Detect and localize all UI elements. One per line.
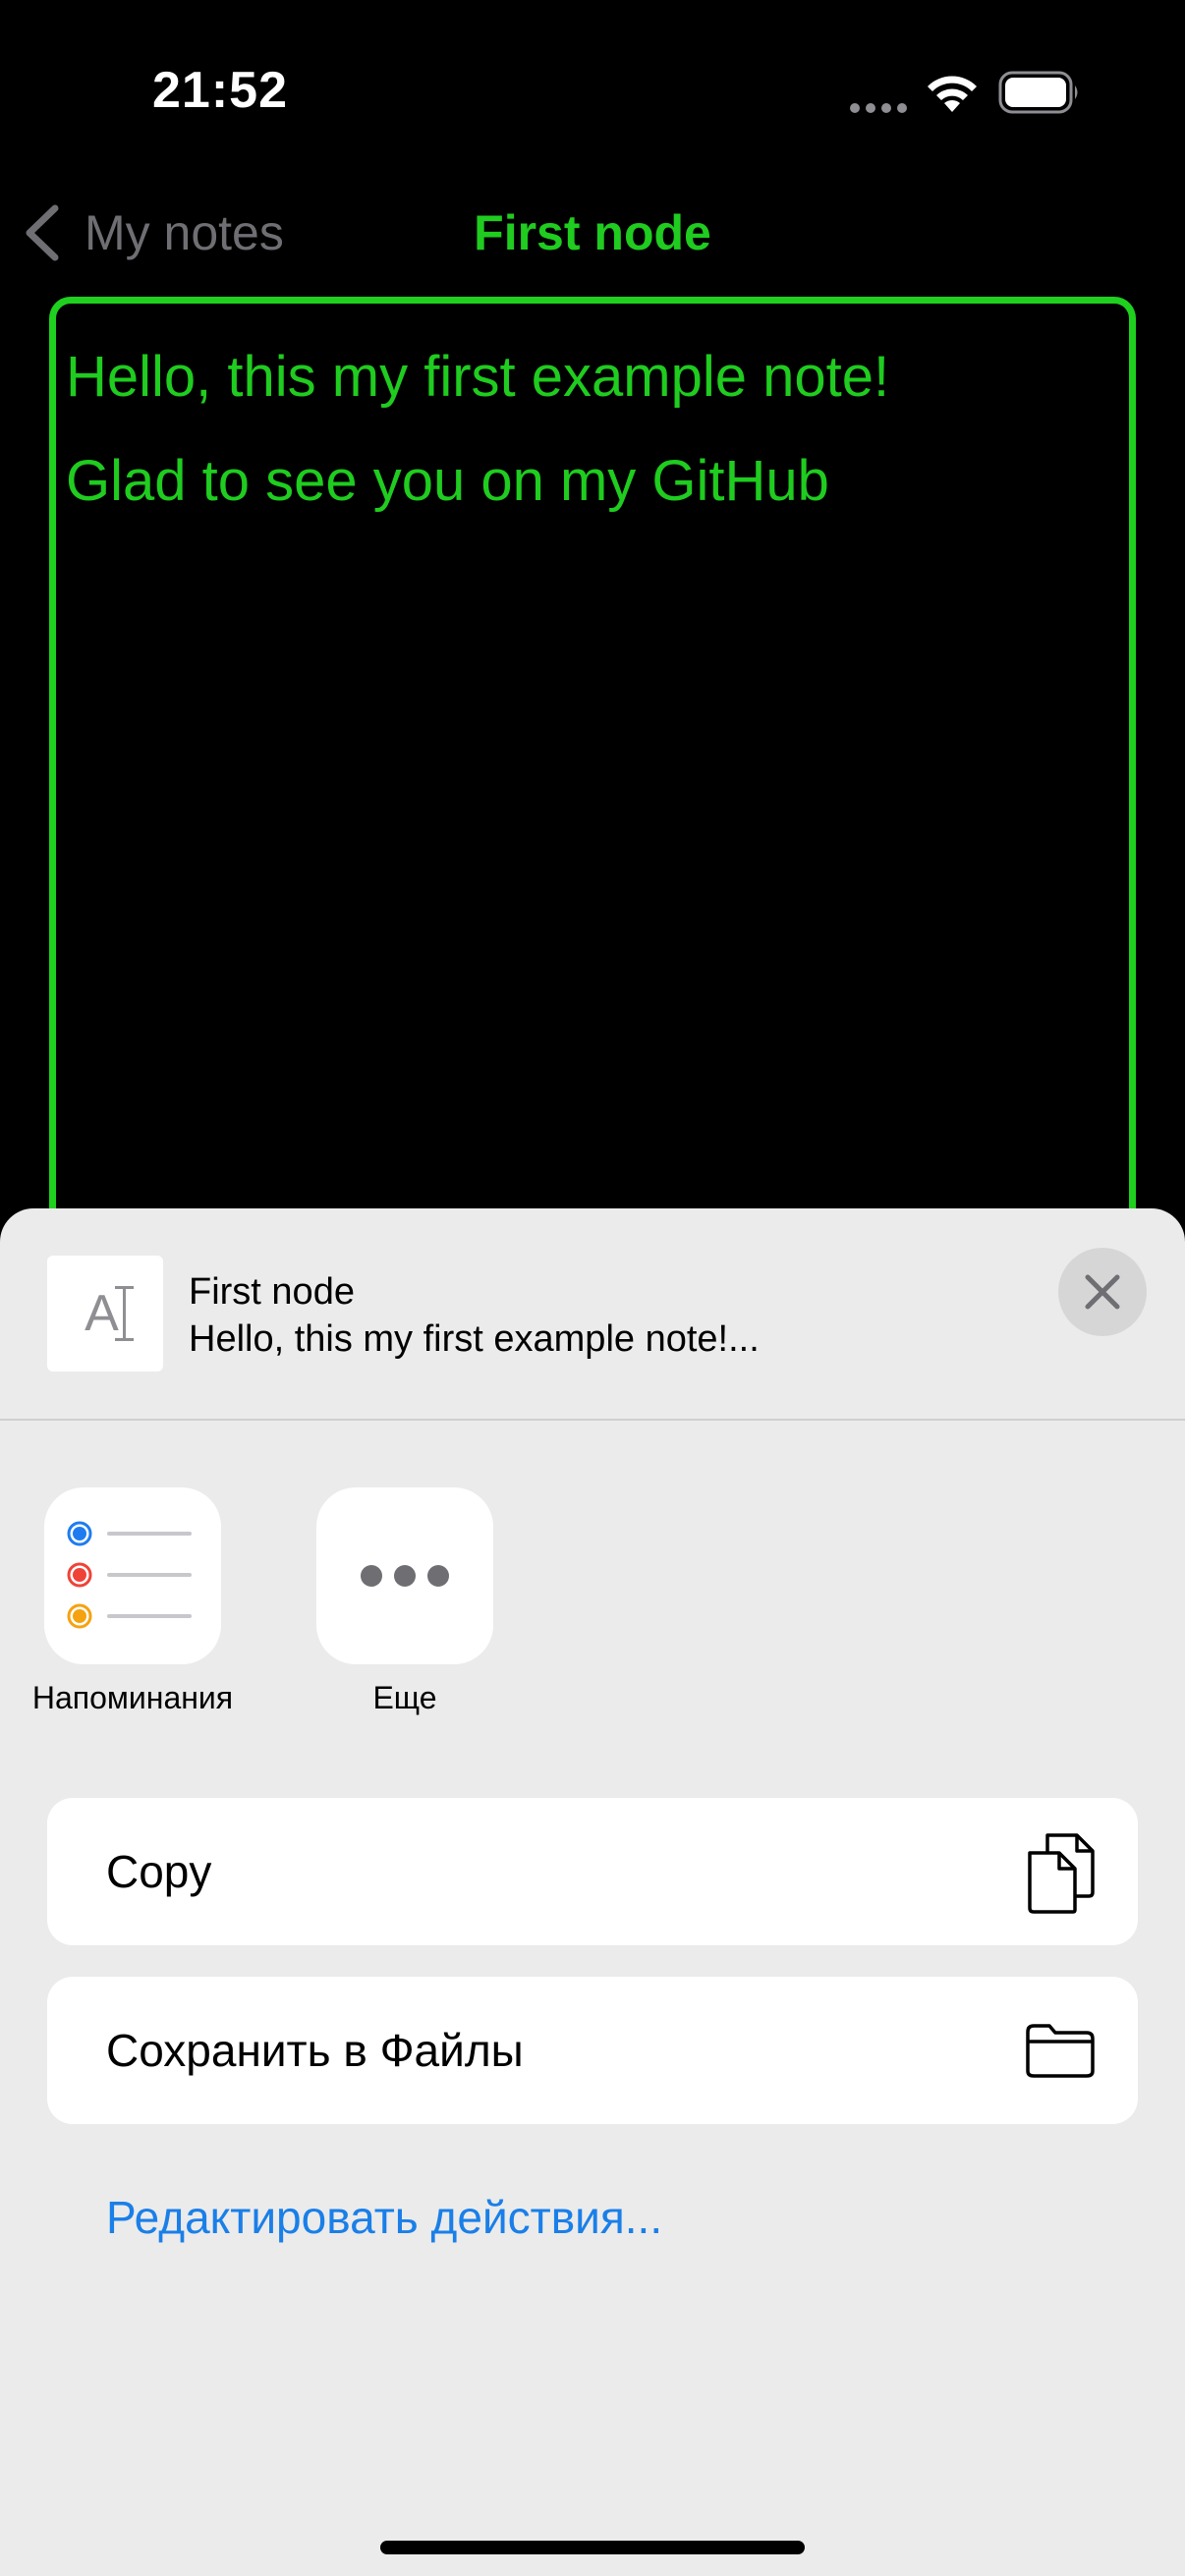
app-label: Еще (372, 1680, 437, 1715)
close-button[interactable] (1058, 1248, 1147, 1336)
status-time: 21:52 (152, 62, 288, 119)
status-bar: 21:52 (0, 0, 1185, 177)
ellipsis-glyph (361, 1565, 449, 1587)
reminders-icon (44, 1487, 221, 1664)
note-line: Hello, this my first example note! (66, 345, 890, 409)
text-cursor-icon (114, 1286, 134, 1341)
note-line: Glad to see you on my GitHub (66, 449, 829, 513)
app-label: Напоминания (31, 1680, 234, 1715)
reminders-glyph (67, 1521, 192, 1629)
close-icon (1085, 1274, 1120, 1310)
thumbnail-glyph: A (85, 1285, 119, 1342)
battery-icon (998, 71, 1078, 114)
wifi-icon (928, 76, 977, 112)
more-icon (316, 1487, 493, 1664)
navigation-bar: My notes First node (0, 177, 1185, 285)
home-indicator[interactable] (380, 2541, 805, 2554)
copy-action[interactable]: Copy (47, 1798, 1138, 1945)
copy-icon (1028, 1833, 1095, 1914)
action-label: Сохранить в Файлы (106, 2025, 524, 2076)
app-more[interactable]: Еще (287, 1487, 523, 1716)
share-sheet-header: A First node Hello, this my first exampl… (0, 1208, 1185, 1421)
edit-actions-link[interactable]: Редактировать действия... (106, 2191, 662, 2244)
document-thumbnail-icon: A (47, 1256, 163, 1372)
app-reminders[interactable]: Напоминания (15, 1487, 251, 1716)
folder-icon (1026, 2024, 1095, 2078)
action-label: Copy (106, 1846, 212, 1897)
note-text-editor[interactable]: Hello, this my first example note! Glad … (49, 297, 1136, 1279)
shared-document-title: First node (189, 1271, 355, 1313)
page-title: First node (474, 205, 711, 260)
save-to-files-action[interactable]: Сохранить в Файлы (47, 1977, 1138, 2124)
cellular-signal-icon (850, 103, 907, 113)
share-sheet: A First node Hello, this my first exampl… (0, 1208, 1185, 2576)
share-app-row: Напоминания Еще (0, 1487, 1185, 1743)
shared-document-preview: Hello, this my first example note!... (189, 1318, 760, 1360)
